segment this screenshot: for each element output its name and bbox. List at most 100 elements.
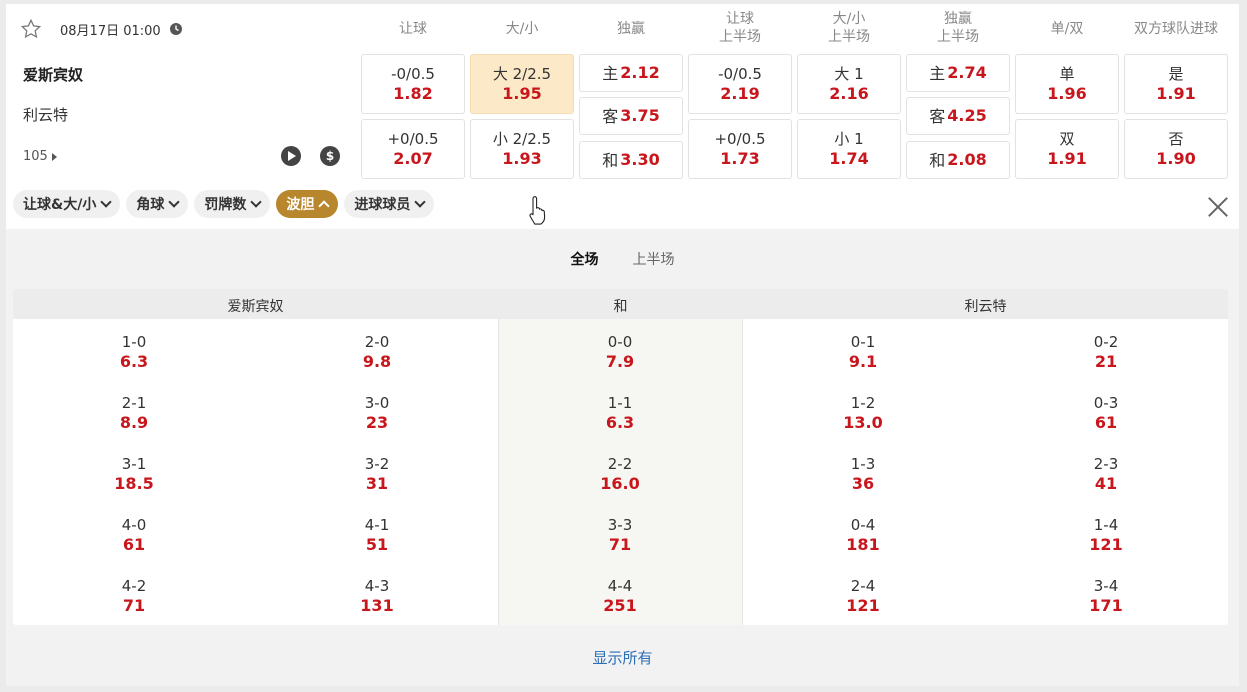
chip-cards[interactable]: 罚牌数 [194,190,271,218]
odds-cell-under-1h[interactable]: 小 1 1.74 [797,119,901,179]
odds-line: -0/0.5 [718,64,762,83]
chevron-down-icon [414,196,426,208]
score-cell[interactable]: 2-2 16.0 [560,455,680,494]
odds-cell-handicap-1h-home[interactable]: -0/0.5 2.19 [688,54,792,114]
odds-line: 是 [1168,64,1184,83]
odds-line: 和 [602,150,619,170]
odds-cell-handicap-home[interactable]: -0/0.5 1.82 [361,54,465,114]
col-header-btts: 双方球队进球 [1134,21,1218,37]
score-cell[interactable]: 2-3 41 [1046,455,1166,494]
chip-goalscorer[interactable]: 进球球员 [344,190,435,218]
score-label: 4-4 [607,577,633,595]
odds-line: 主 [602,63,619,83]
score-cell[interactable]: 0-2 21 [1046,333,1166,372]
score-cell[interactable]: 1-1 6.3 [560,394,680,433]
score-cell[interactable]: 3-2 31 [317,455,437,494]
odds-value: 2.07 [393,148,433,168]
score-cell[interactable]: 4-3 131 [317,577,437,616]
tab-full-time[interactable]: 全场 [571,249,599,269]
score-odds: 131 [360,596,394,615]
score-odds: 71 [608,535,632,554]
odds-cell-handicap-1h-away[interactable]: +0/0.5 1.73 [688,119,792,179]
odds-cell-handicap-away[interactable]: +0/0.5 2.07 [361,119,465,179]
chip-label: 波胆 [286,197,315,213]
score-cell[interactable]: 3-4 171 [1046,577,1166,616]
odds-value: 1.74 [829,148,869,168]
score-label: 0-0 [607,333,633,351]
score-label: 3-4 [1093,577,1119,595]
chip-handicap-ou[interactable]: 让球&大/小 [13,190,121,218]
score-odds: 23 [365,413,389,432]
score-cell[interactable]: 0-1 9.1 [803,333,923,372]
odds-value: 1.96 [1047,83,1087,103]
score-odds: 9.8 [362,352,392,371]
odds-cell-even[interactable]: 双 1.91 [1015,119,1119,179]
score-cell[interactable]: 4-0 61 [74,516,194,555]
score-cell[interactable]: 0-0 7.9 [560,333,680,372]
score-cell[interactable]: 1-4 121 [1046,516,1166,555]
score-label: 0-1 [850,333,876,351]
score-cell[interactable]: 3-3 71 [560,516,680,555]
score-cell[interactable]: 4-1 51 [317,516,437,555]
odds-line: 小 1 [834,129,864,148]
match-datetime: 08月17日 01:00 [60,23,161,39]
tab-first-half[interactable]: 上半场 [633,249,675,269]
score-label: 1-4 [1093,516,1119,534]
score-label: 4-2 [121,577,147,595]
score-label: 1-2 [850,394,876,412]
close-icon[interactable] [1206,194,1230,218]
odds-cell-1x2-draw[interactable]: 和 3.30 [579,141,683,179]
score-odds: 6.3 [119,352,149,371]
score-cell[interactable]: 3-0 23 [317,394,437,433]
score-cell[interactable]: 2-0 9.8 [317,333,437,372]
odds-cell-1x2-away[interactable]: 客 3.75 [579,97,683,135]
score-odds: 8.9 [119,413,149,432]
score-cell[interactable]: 4-2 71 [74,577,194,616]
more-markets-link[interactable]: 105 [23,149,57,164]
score-cell[interactable]: 4-4 251 [560,577,680,616]
odds-value: 1.91 [1047,148,1087,168]
score-cell[interactable]: 0-3 61 [1046,394,1166,433]
odds-cell-1x2-1h-away[interactable]: 客 4.25 [906,97,1010,135]
score-odds: 36 [851,474,875,493]
favorite-star-icon[interactable] [20,18,42,40]
odds-cell-over[interactable]: 大 2/2.5 1.95 [470,54,574,114]
odds-cell-under[interactable]: 小 2/2.5 1.93 [470,119,574,179]
odds-cell-btts-yes[interactable]: 是 1.91 [1124,54,1228,114]
odds-cell-over-1h[interactable]: 大 1 2.16 [797,54,901,114]
score-cell[interactable]: 1-3 36 [803,455,923,494]
chip-corners[interactable]: 角球 [126,190,189,218]
odds-value: 2.74 [947,63,987,82]
odds-value: 2.12 [620,63,660,82]
odds-cell-1x2-home[interactable]: 主 2.12 [579,54,683,92]
cashout-icon[interactable]: $ [320,146,340,166]
score-odds: 61 [122,535,146,554]
odds-value: 3.75 [620,106,660,125]
score-label: 4-3 [364,577,390,595]
odds-line: 大 1 [834,64,864,83]
odds-cell-1x2-1h-home[interactable]: 主 2.74 [906,54,1010,92]
odds-cell-btts-no[interactable]: 否 1.90 [1124,119,1228,179]
play-video-icon[interactable] [281,146,301,166]
chip-label: 进球球员 [354,197,411,213]
odds-line: 单 [1059,64,1075,83]
col-header-over-under: 大/小 [505,21,539,37]
chip-label: 罚牌数 [204,197,247,213]
show-all-link[interactable]: 显示所有 [6,647,1239,668]
score-cell[interactable]: 3-1 18.5 [74,455,194,494]
match-card: 08月17日 01:00 爱斯宾奴 利云特 105 $ 让球 大/小 独赢 让球… [6,4,1239,686]
score-cell[interactable]: 1-2 13.0 [803,394,923,433]
odds-cell-odd[interactable]: 单 1.96 [1015,54,1119,114]
score-cell[interactable]: 2-1 8.9 [74,394,194,433]
col-header-1x2: 独赢 [617,21,645,37]
score-odds: 13.0 [843,413,883,432]
score-cell[interactable]: 2-4 121 [803,577,923,616]
score-odds: 18.5 [114,474,154,493]
score-cell[interactable]: 0-4 181 [803,516,923,555]
chip-correct-score[interactable]: 波胆 [276,190,339,218]
score-cell[interactable]: 1-0 6.3 [74,333,194,372]
odds-cell-1x2-1h-draw[interactable]: 和 2.08 [906,141,1010,179]
odds-value: 2.16 [829,83,869,103]
chevron-right-icon [51,152,57,161]
clock-icon [169,23,182,35]
